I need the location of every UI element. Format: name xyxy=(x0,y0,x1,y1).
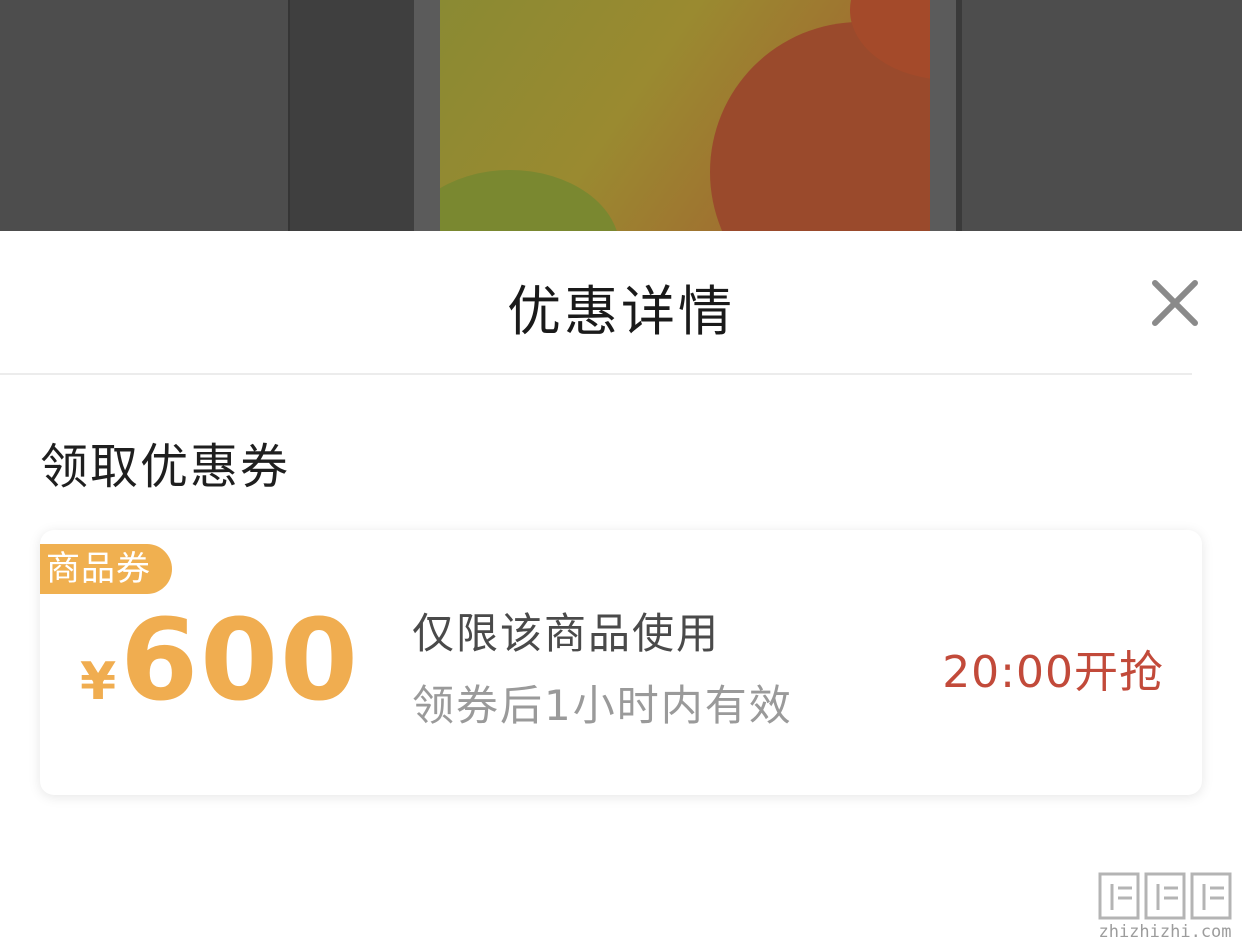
sheet-title: 优惠详情 xyxy=(507,280,735,343)
close-icon xyxy=(1152,280,1198,326)
backdrop-panel xyxy=(288,0,416,231)
coupon-type-badge: 商品券 xyxy=(40,544,172,594)
coupon-card[interactable]: 商品券 ¥600 仅限该商品使用 领券后1小时内有效 20:00开抢 xyxy=(40,530,1202,795)
dimmed-product-image[interactable] xyxy=(0,0,1242,231)
currency-symbol: ¥ xyxy=(80,652,117,712)
backdrop-panel xyxy=(956,0,962,231)
header-divider xyxy=(0,373,1192,375)
coupon-amount: ¥600 xyxy=(80,596,360,726)
watermark-logo xyxy=(1098,872,1232,920)
page: 优惠详情 领取优惠券 商品券 ¥600 仅限该商品使用 领券后1小时内有效 20… xyxy=(0,0,1242,951)
coupon-description: 仅限该商品使用 xyxy=(412,609,721,658)
section-title: 领取优惠券 xyxy=(40,439,291,495)
coupon-detail-sheet: 优惠详情 领取优惠券 商品券 ¥600 仅限该商品使用 领券后1小时内有效 20… xyxy=(0,231,1242,951)
coupon-validity: 领券后1小时内有效 xyxy=(412,681,793,730)
watermark-url: zhizhizhi.com xyxy=(1098,922,1232,942)
backdrop-phone-screen xyxy=(440,0,930,231)
site-watermark: zhizhizhi.com xyxy=(1092,868,1238,948)
close-button[interactable] xyxy=(1145,273,1205,333)
backdrop-shape xyxy=(440,170,620,231)
coupon-value: 600 xyxy=(120,596,360,726)
sheet-header: 优惠详情 xyxy=(0,231,1242,375)
grab-coupon-button[interactable]: 20:00开抢 xyxy=(942,636,1164,700)
